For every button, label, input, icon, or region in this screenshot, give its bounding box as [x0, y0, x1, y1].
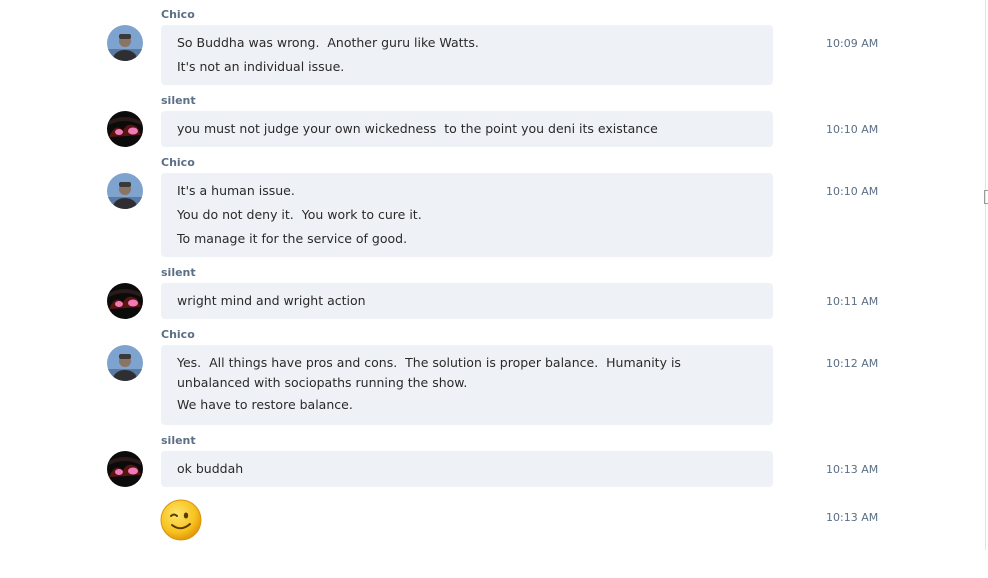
user-avatar-chico[interactable]: [107, 345, 143, 381]
user-avatar-chico[interactable]: [107, 173, 143, 209]
message-bubble[interactable]: ok buddah: [161, 451, 773, 487]
anime-character-avatar-icon: [107, 283, 143, 319]
message-bubble[interactable]: It's a human issue. You do not deny it. …: [161, 173, 773, 257]
sender-name: silent: [161, 94, 196, 107]
sender-name: Chico: [161, 156, 195, 169]
message-bubble[interactable]: you must not judge your own wickedness t…: [161, 111, 773, 147]
pane-divider[interactable]: [985, 0, 986, 550]
person-photo-avatar-icon: [107, 345, 143, 381]
message-text: It's not an individual issue.: [177, 59, 345, 74]
message-timestamp: 10:09 AM: [826, 37, 879, 50]
message-timestamp: 10:10 AM: [826, 123, 879, 136]
message-timestamp: 10:11 AM: [826, 295, 879, 308]
message-timestamp: 10:10 AM: [826, 185, 879, 198]
anime-character-avatar-icon: [107, 451, 143, 487]
winking-smiley-emoji-icon[interactable]: [160, 499, 202, 541]
message-timestamp: 10:13 AM: [826, 511, 879, 524]
message-text: To manage it for the service of good.: [177, 231, 408, 246]
anime-character-avatar-icon: [107, 111, 143, 147]
message-timestamp: 10:12 AM: [826, 357, 879, 370]
message-text: We have to restore balance.: [177, 397, 353, 412]
pane-resize-handle[interactable]: [984, 190, 988, 204]
message-bubble[interactable]: Yes. All things have pros and cons. The …: [161, 345, 773, 425]
chat-conversation: Chico So Buddha was wrong. Another guru …: [0, 0, 988, 578]
message-bubble[interactable]: So Buddha was wrong. Another guru like W…: [161, 25, 773, 85]
message-text: ok buddah: [177, 461, 244, 476]
message-text: Yes. All things have pros and cons. The …: [177, 355, 685, 390]
message-text: you must not judge your own wickedness t…: [177, 121, 658, 136]
user-avatar-silent[interactable]: [107, 451, 143, 487]
user-avatar-silent[interactable]: [107, 111, 143, 147]
message-bubble[interactable]: wright mind and wright action: [161, 283, 773, 319]
message-text: It's a human issue.: [177, 183, 295, 198]
person-photo-avatar-icon: [107, 173, 143, 209]
message-text: So Buddha was wrong. Another guru like W…: [177, 35, 479, 50]
user-avatar-silent[interactable]: [107, 283, 143, 319]
sender-name: Chico: [161, 328, 195, 341]
message-text: You do not deny it. You work to cure it.: [177, 207, 422, 222]
message-text: wright mind and wright action: [177, 293, 366, 308]
person-photo-avatar-icon: [107, 25, 143, 61]
sender-name: silent: [161, 434, 196, 447]
sender-name: silent: [161, 266, 196, 279]
user-avatar-chico[interactable]: [107, 25, 143, 61]
message-timestamp: 10:13 AM: [826, 463, 879, 476]
sender-name: Chico: [161, 8, 195, 21]
